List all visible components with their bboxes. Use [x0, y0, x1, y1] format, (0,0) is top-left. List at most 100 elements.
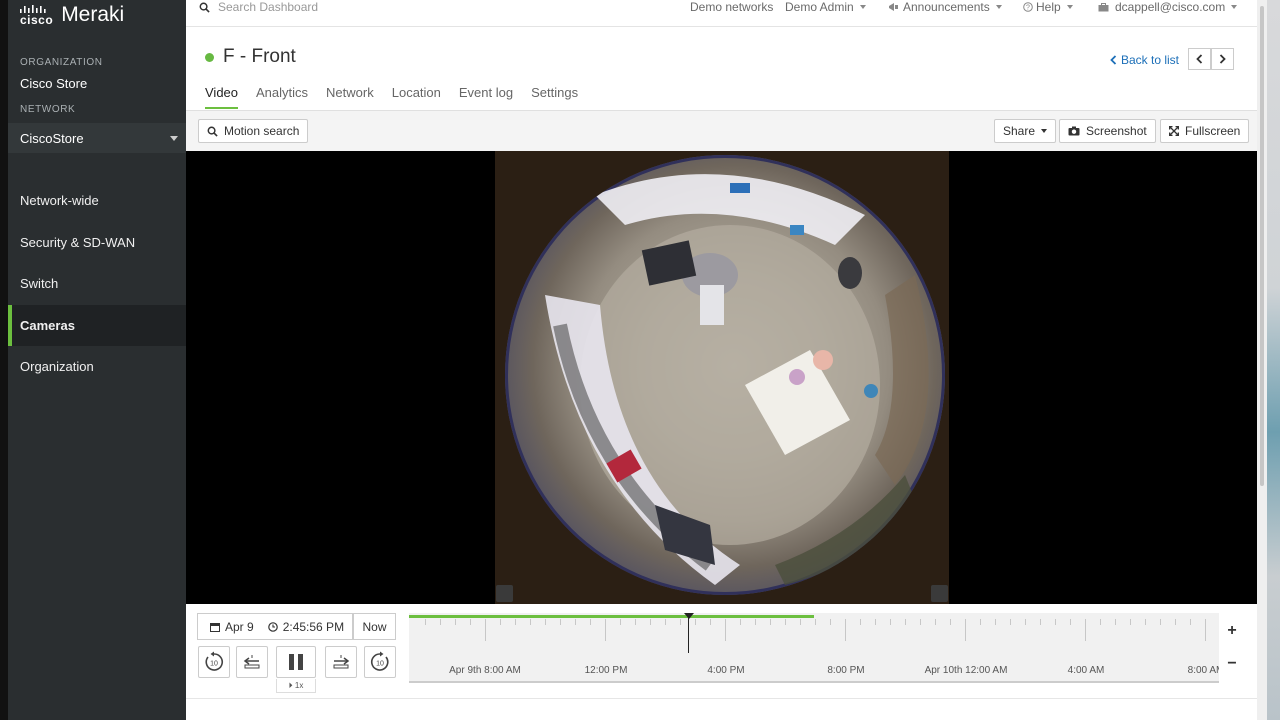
calendar-icon — [210, 622, 220, 632]
video-frame — [495, 151, 949, 604]
timeline-tick — [530, 619, 531, 625]
camera-icon[interactable] — [496, 585, 513, 602]
timeline-tick — [515, 619, 516, 625]
store-scene-image — [545, 174, 929, 585]
cisco-logo: cisco — [20, 4, 54, 27]
back-to-list-link[interactable]: Back to list — [1110, 53, 1179, 67]
screenshot-button[interactable]: Screenshot — [1059, 119, 1156, 143]
forward-10s-button[interactable]: 10 — [364, 646, 396, 678]
timeline-tick — [920, 619, 921, 625]
rewind-seconds: 10 — [210, 661, 218, 668]
tab-video[interactable]: Video — [205, 85, 239, 109]
timeline-scrubber[interactable]: Apr 9th 8:00 AM 12:00 PM 4:00 PM 8:00 PM… — [409, 613, 1219, 683]
now-button[interactable]: Now — [353, 613, 396, 640]
demo-networks-link[interactable]: Demo networks — [690, 0, 773, 14]
playhead[interactable] — [688, 615, 689, 653]
announcements-menu[interactable]: Announcements — [888, 0, 1002, 14]
share-button[interactable]: Share — [994, 119, 1057, 143]
nav-item-cameras[interactable]: Cameras — [8, 305, 186, 346]
timeline-label: 4:00 AM — [1067, 665, 1105, 676]
zoom-in-button[interactable]: + — [1219, 618, 1245, 644]
tab-event-log[interactable]: Event log — [459, 85, 513, 109]
user-menu[interactable]: dcappell@cisco.com — [1098, 0, 1238, 14]
search-placeholder: Search Dashboard — [218, 0, 319, 14]
tabs: Video Analytics Network Location Event l… — [205, 85, 596, 109]
nav-item-switch[interactable]: Switch — [8, 263, 186, 304]
pan-control-icon[interactable] — [931, 585, 948, 602]
timeline-tick — [785, 619, 786, 625]
timeline-tick — [950, 619, 951, 625]
network-value: CiscoStore — [20, 131, 84, 146]
rewind-10s-button[interactable]: 10 — [198, 646, 230, 678]
timeline-tick — [1070, 619, 1071, 625]
scrollbar-thumb[interactable] — [1260, 6, 1264, 486]
cisco-wordmark: cisco — [20, 12, 54, 27]
timeline-tick — [1130, 619, 1131, 625]
back-to-list-label: Back to list — [1121, 53, 1180, 67]
timeline-tick — [545, 619, 546, 625]
fullscreen-button[interactable]: Fullscreen — [1160, 119, 1250, 143]
zoom-out-button[interactable]: − — [1219, 651, 1245, 677]
video-toolbar: Motion search Share Screenshot Fullscree… — [186, 110, 1257, 151]
video-player[interactable] — [186, 151, 1257, 604]
scrollbar-track — [1257, 0, 1267, 720]
window-edge — [0, 0, 8, 720]
timeline-tick — [1115, 619, 1116, 625]
timeline-label: 8:00 PM — [827, 665, 865, 676]
demo-admin-menu[interactable]: Demo Admin — [785, 0, 866, 14]
timeline-label: 8:00 AM — [1187, 665, 1219, 676]
help-menu[interactable]: ? Help — [1023, 0, 1073, 14]
clock-icon — [267, 621, 278, 632]
timeline-label: Apr 10th 12:00 AM — [924, 665, 1008, 676]
pause-icon — [289, 654, 303, 670]
organization-value[interactable]: Cisco Store — [20, 76, 87, 91]
chevron-right-icon — [1219, 54, 1226, 64]
tab-analytics[interactable]: Analytics — [256, 85, 308, 109]
nav-item-network-wide[interactable]: Network-wide — [8, 180, 186, 221]
timeline-tick — [890, 619, 891, 625]
megaphone-icon — [889, 3, 898, 11]
playhead-handle-icon[interactable] — [684, 613, 694, 619]
playback-controls: Apr 9 2:45:56 PM Now 10 ⏵ 1x 10 Apr 9th — [186, 604, 1257, 699]
date-time-picker[interactable]: Apr 9 2:45:56 PM — [197, 613, 353, 640]
caret-down-icon — [170, 136, 178, 141]
timeline-label: 4:00 PM — [707, 665, 745, 676]
announcements-label: Announcements — [903, 0, 990, 14]
recorded-footage-bar — [409, 615, 814, 618]
nav-item-security-sd-wan[interactable]: Security & SD-WAN — [8, 222, 186, 263]
tab-network[interactable]: Network — [326, 85, 374, 109]
time-field[interactable]: 2:45:56 PM — [267, 620, 344, 634]
demo-admin-label: Demo Admin — [785, 0, 854, 14]
playback-speed[interactable]: ⏵ 1x — [276, 679, 316, 693]
search-input[interactable]: Search Dashboard — [199, 0, 318, 14]
network-select[interactable]: CiscoStore — [8, 123, 186, 153]
timeline-tick — [575, 619, 576, 625]
next-camera-button[interactable] — [1211, 48, 1234, 70]
date-field[interactable]: Apr 9 — [210, 620, 254, 634]
timeline-tick — [830, 619, 831, 625]
forward-10-icon: 10 — [370, 651, 389, 671]
share-label: Share — [1003, 124, 1036, 138]
nav-item-label: Switch — [20, 276, 59, 291]
timeline-tick — [1040, 619, 1041, 625]
previous-event-button[interactable] — [236, 646, 268, 678]
timeline-tick — [770, 619, 771, 625]
meraki-logo[interactable]: cisco Meraki — [20, 2, 124, 28]
network-label: NETWORK — [20, 104, 76, 115]
page-title: F - Front — [223, 46, 296, 67]
pause-button[interactable] — [276, 646, 316, 678]
tab-location[interactable]: Location — [392, 85, 441, 109]
nav-item-organization[interactable]: Organization — [8, 346, 186, 387]
help-icon: ? — [1023, 2, 1033, 12]
tab-settings[interactable]: Settings — [531, 85, 578, 109]
search-icon — [207, 126, 218, 137]
next-event-button[interactable] — [325, 646, 357, 678]
timeline-tick — [1205, 619, 1206, 641]
user-label: dcappell@cisco.com — [1115, 0, 1226, 14]
previous-camera-button[interactable] — [1188, 48, 1211, 70]
nav-item-label: Cameras — [20, 318, 75, 333]
timeline-tick — [560, 619, 561, 625]
motion-search-button[interactable]: Motion search — [198, 119, 309, 143]
caret-down-icon — [859, 5, 866, 9]
timeline-tick — [455, 619, 456, 625]
